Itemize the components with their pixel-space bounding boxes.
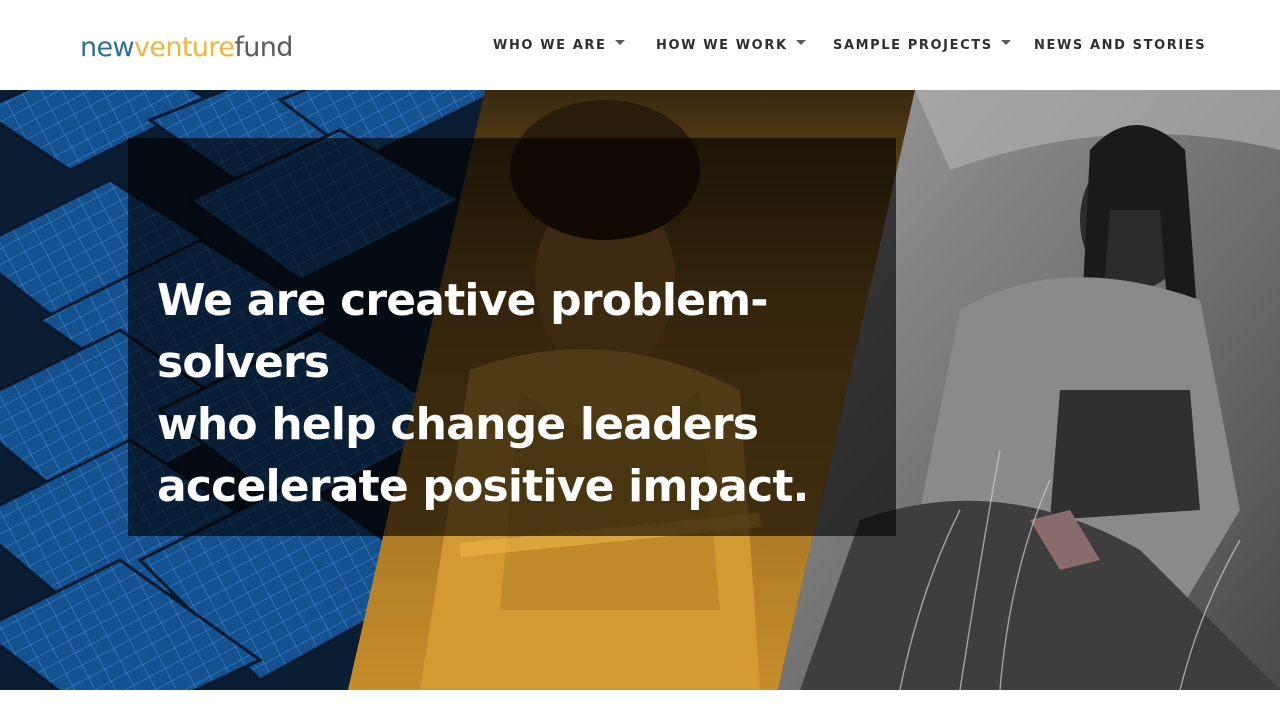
nav-news-and-stories[interactable]: NEWS AND STORIES <box>1034 36 1206 54</box>
logo[interactable]: new venture fund <box>80 30 293 66</box>
chevron-down-icon <box>614 40 625 45</box>
page-below-hero <box>0 690 1280 720</box>
hero-headline-line-1: We are creative problem-solvers <box>157 275 769 388</box>
nav-who-we-are[interactable]: WHO WE ARE <box>493 36 625 54</box>
nav-news-and-stories-label: NEWS AND STORIES <box>1034 37 1207 53</box>
logo-text-venture: venture <box>134 32 235 63</box>
nav-sample-projects[interactable]: SAMPLE PROJECTS <box>833 36 1011 54</box>
hero-headline-line-2: who help change leaders <box>157 399 759 450</box>
logo-text-new: new <box>80 32 135 63</box>
chevron-down-icon <box>795 40 806 45</box>
logo-text-fund: fund <box>234 32 293 63</box>
nav-who-we-are-label: WHO WE ARE <box>493 37 607 53</box>
nav-how-we-work-label: HOW WE WORK <box>656 37 788 53</box>
chevron-down-icon <box>1000 40 1011 45</box>
site-header: new venture fund WHO WE ARE HOW WE WORK SA… <box>0 0 1280 90</box>
nav-sample-projects-label: SAMPLE PROJECTS <box>833 37 993 53</box>
hero-banner: We are creative problem-solvers who help… <box>0 90 1280 690</box>
hero-headline-line-3: accelerate positive impact. <box>157 461 809 512</box>
nav-how-we-work[interactable]: HOW WE WORK <box>656 36 806 54</box>
hero-headline: We are creative problem-solvers who help… <box>157 270 877 518</box>
